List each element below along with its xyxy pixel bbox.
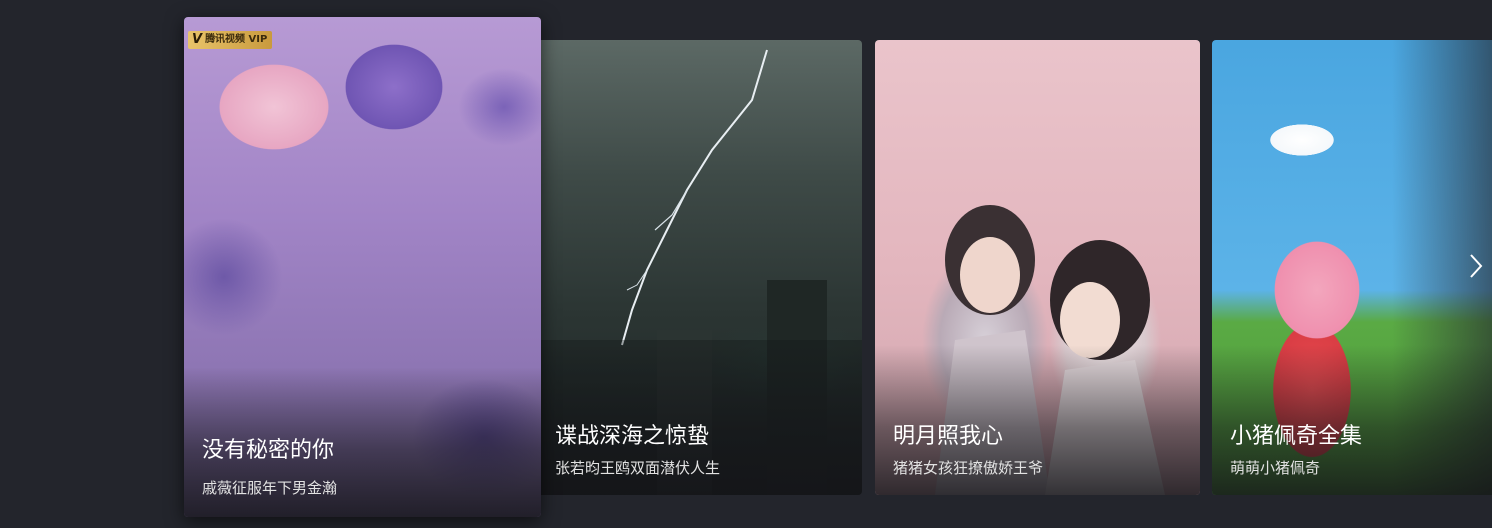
card-subtitle: 猪猪女孩狂撩傲娇王爷	[893, 459, 1044, 477]
poster-card-3[interactable]: 明月照我心 猪猪女孩狂撩傲娇王爷	[875, 40, 1200, 495]
card-title: 明月照我心	[893, 424, 1004, 449]
chevron-right-icon	[1470, 254, 1483, 278]
vip-badge-label: 腾讯视频 VIP	[205, 34, 268, 45]
card-subtitle: 张若昀王鸥双面潜伏人生	[555, 459, 721, 477]
card-title: 小猪佩奇全集	[1230, 424, 1363, 449]
card-title: 没有秘密的你	[202, 438, 335, 463]
banner-carousel: V 腾讯视频 VIP 没有秘密的你 戚薇征服年下男金瀚 谍战深海之惊蛰 张若昀王…	[0, 0, 1492, 528]
vip-logo-icon: V	[192, 32, 203, 47]
card-title: 谍战深海之惊蛰	[555, 424, 710, 449]
vip-badge: V 腾讯视频 VIP	[188, 31, 273, 49]
next-button[interactable]	[1460, 244, 1492, 288]
card-subtitle: 萌萌小猪佩奇	[1230, 459, 1321, 477]
poster-card-1[interactable]: V 腾讯视频 VIP 没有秘密的你 戚薇征服年下男金瀚	[184, 17, 541, 517]
poster-card-4[interactable]: 小猪佩奇全集 萌萌小猪佩奇	[1212, 40, 1492, 495]
card-subtitle: 戚薇征服年下男金瀚	[202, 479, 338, 497]
poster-card-2[interactable]: 谍战深海之惊蛰 张若昀王鸥双面潜伏人生	[537, 40, 862, 495]
